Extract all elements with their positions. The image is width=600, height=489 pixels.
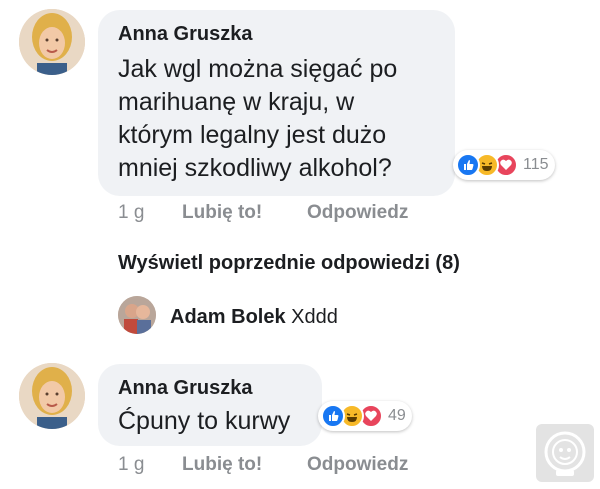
avatar[interactable] [19, 9, 85, 75]
reply-author[interactable]: Adam Bolek [170, 306, 286, 328]
reply-text: Xddd [291, 306, 338, 328]
like-icon [321, 404, 345, 428]
comment-text-line: mniej szkodliwy alkohol? [118, 154, 392, 182]
reply-link[interactable]: Odpowiedz [307, 202, 408, 224]
comment-author[interactable]: Anna Gruszka [118, 23, 252, 46]
like-icon [456, 153, 480, 177]
view-previous-replies-link[interactable]: Wyświetl poprzednie odpowiedzi (8) [118, 252, 460, 275]
reply-link[interactable]: Odpowiedz [307, 454, 408, 476]
reply-comment: Adam Bolek Xddd [170, 306, 338, 329]
comment-timestamp[interactable]: 1 g [118, 202, 144, 224]
comment-text-line: Ćpuny to kurwy [118, 407, 291, 435]
like-link[interactable]: Lubię to! [182, 454, 262, 476]
like-link[interactable]: Lubię to! [182, 202, 262, 224]
comment-timestamp[interactable]: 1 g [118, 454, 144, 476]
reaction-count: 49 [388, 407, 406, 424]
astronaut-logo-icon [536, 424, 594, 482]
comment-text-line: którym legalny jest dużo [118, 121, 387, 149]
reaction-summary[interactable]: 115 [453, 150, 555, 180]
avatar[interactable] [118, 296, 156, 334]
comment-text-line: Jak wgl można sięgać po [118, 55, 398, 83]
reaction-summary[interactable]: 49 [318, 401, 412, 431]
reaction-count: 115 [523, 156, 549, 173]
comment-author[interactable]: Anna Gruszka [118, 377, 252, 400]
avatar[interactable] [19, 363, 85, 429]
comment-text-line: marihuanę w kraju, w [118, 88, 355, 116]
